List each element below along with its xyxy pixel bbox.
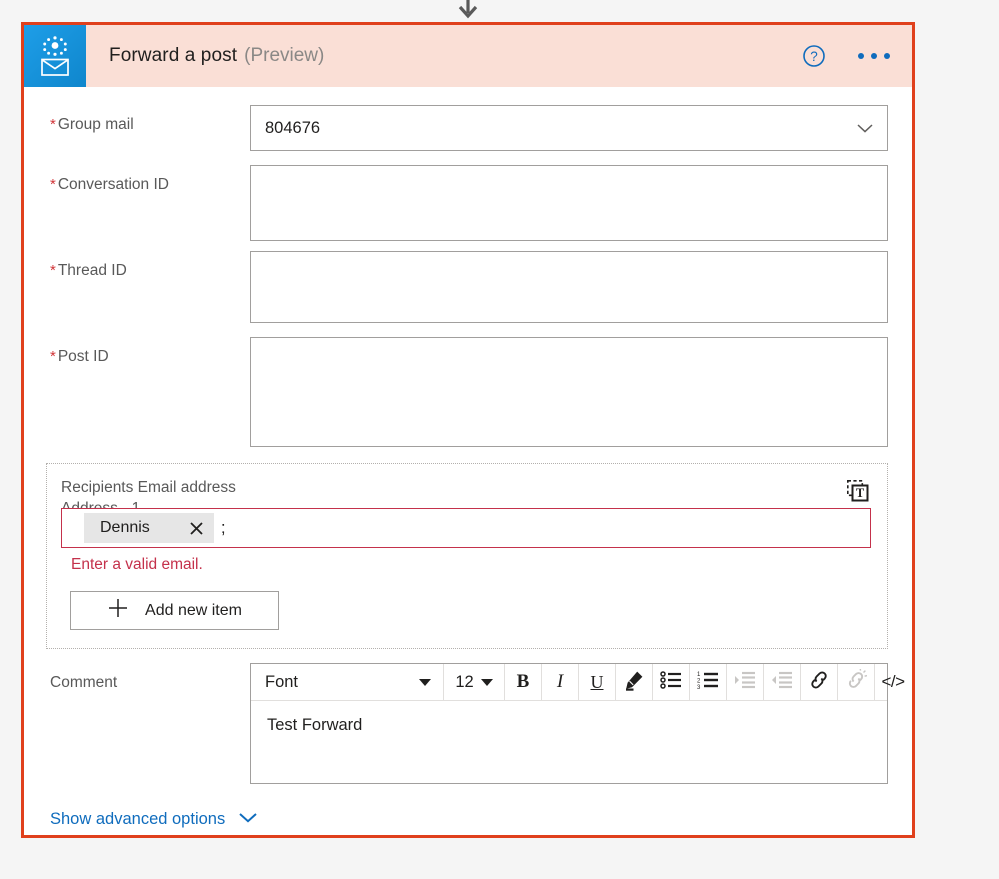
- recipient-separator: ;: [220, 518, 226, 537]
- field-row-thread-id: * Thread ID: [24, 251, 912, 323]
- field-row-group-mail: * Group mail 804676: [24, 105, 912, 151]
- rich-text-toolbar: Font 12 B I U 1 2 3 </>: [251, 664, 905, 701]
- conversation-id-value: [251, 166, 887, 192]
- bulleted-list-icon: [660, 670, 682, 695]
- card-header-actions: ?: [802, 25, 912, 87]
- caret-down-icon: [419, 678, 431, 686]
- svg-text:1: 1: [697, 672, 701, 678]
- ellipsis-icon[interactable]: [856, 47, 892, 65]
- comment-rich-text-editor: Font 12 B I U 1 2 3 </> Test Forward: [250, 663, 905, 784]
- caret-down-icon: [480, 678, 493, 686]
- required-asterisk: *: [50, 348, 56, 365]
- chevron-down-icon[interactable]: [843, 106, 887, 150]
- bulleted-list-button[interactable]: [653, 664, 689, 700]
- switch-to-text-input-icon[interactable]: T: [843, 476, 873, 506]
- bold-icon: B: [516, 671, 530, 692]
- required-asterisk: *: [50, 116, 56, 133]
- post-id-input[interactable]: [250, 337, 888, 447]
- conversation-id-input[interactable]: [250, 165, 888, 241]
- add-new-item-label: Add new item: [145, 601, 242, 619]
- show-advanced-options-label: Show advanced options: [50, 810, 226, 828]
- card-header: Forward a post (Preview) ?: [24, 25, 912, 87]
- italic-button[interactable]: I: [542, 664, 578, 700]
- unlink-icon: [845, 668, 868, 696]
- svg-text:2: 2: [697, 678, 701, 684]
- field-row-conversation-id: * Conversation ID: [24, 165, 912, 241]
- page-title: Forward a post: [109, 45, 238, 66]
- font-family-dropdown[interactable]: Font: [251, 664, 443, 700]
- field-label-conversation-id: * Conversation ID: [50, 176, 169, 193]
- decrease-indent-icon: [771, 670, 793, 695]
- action-card-forward-a-post: Forward a post (Preview) ? *Group mail: [21, 22, 915, 838]
- recipient-token[interactable]: Dennis: [84, 513, 214, 543]
- underline-button[interactable]: U: [579, 664, 615, 700]
- field-row-post-id: * Post ID: [24, 337, 912, 447]
- field-row-comment: Comment Font 12 B I U 1 2 3 </> Test For…: [24, 663, 912, 784]
- font-size-value: 12: [455, 672, 474, 691]
- recipients-validation-error: Enter a valid email.: [71, 556, 203, 573]
- required-asterisk: *: [50, 262, 56, 279]
- field-label-post-id: * Post ID: [50, 348, 109, 365]
- numbered-list-button[interactable]: 1 2 3: [690, 664, 726, 700]
- code-view-button[interactable]: </>: [875, 664, 911, 700]
- svg-text:3: 3: [697, 685, 701, 690]
- thread-id-input[interactable]: [250, 251, 888, 323]
- office365-groups-mail-icon: [24, 25, 86, 87]
- link-icon: [808, 669, 830, 696]
- increase-indent-button[interactable]: [727, 664, 763, 700]
- flow-connector: [0, 0, 999, 22]
- comment-textarea[interactable]: Test Forward: [251, 701, 887, 783]
- help-circle-icon[interactable]: ?: [802, 44, 826, 68]
- post-id-value: [251, 338, 887, 364]
- chevron-down-icon: [238, 811, 258, 829]
- svg-text:T: T: [856, 486, 865, 500]
- text-highlight-button[interactable]: [616, 664, 652, 700]
- recipients-title: Recipients Email address: [61, 479, 236, 496]
- code-icon: </>: [881, 672, 905, 691]
- required-asterisk: *: [50, 176, 56, 193]
- italic-icon: I: [556, 671, 564, 692]
- card-title-group: Forward a post (Preview): [86, 25, 802, 87]
- field-label-comment: Comment: [50, 674, 118, 691]
- pen-highlight-icon: [623, 669, 645, 696]
- bold-button[interactable]: B: [505, 664, 541, 700]
- thread-id-value: [251, 252, 887, 278]
- arrow-down-icon: [455, 0, 481, 22]
- show-advanced-options-button[interactable]: Show advanced options: [50, 810, 258, 829]
- recipient-token-label: Dennis: [100, 519, 150, 536]
- font-family-value: Font: [265, 672, 299, 691]
- recipients-array-container: T Recipients Email address Address - 1 D…: [46, 463, 888, 649]
- card-body: * Group mail 804676 * Conversation ID * …: [24, 87, 912, 829]
- numbered-list-icon: 1 2 3: [697, 670, 719, 695]
- add-new-item-button[interactable]: Add new item: [70, 591, 279, 630]
- group-mail-value: 804676: [265, 118, 321, 137]
- insert-link-button[interactable]: [801, 664, 837, 700]
- svg-text:?: ?: [810, 49, 818, 64]
- group-mail-combobox[interactable]: 804676: [250, 105, 888, 151]
- decrease-indent-button[interactable]: [764, 664, 800, 700]
- preview-badge: (Preview): [244, 45, 325, 66]
- close-icon[interactable]: [180, 513, 214, 543]
- field-label-group-mail: * Group mail: [50, 116, 134, 133]
- increase-indent-icon: [734, 670, 756, 695]
- font-size-dropdown[interactable]: 12: [444, 664, 504, 700]
- plus-icon: [107, 597, 129, 624]
- recipients-email-input[interactable]: Dennis ;: [61, 508, 871, 548]
- field-label-thread-id: * Thread ID: [50, 262, 127, 279]
- remove-link-button[interactable]: [838, 664, 874, 700]
- underline-icon: U: [590, 671, 604, 692]
